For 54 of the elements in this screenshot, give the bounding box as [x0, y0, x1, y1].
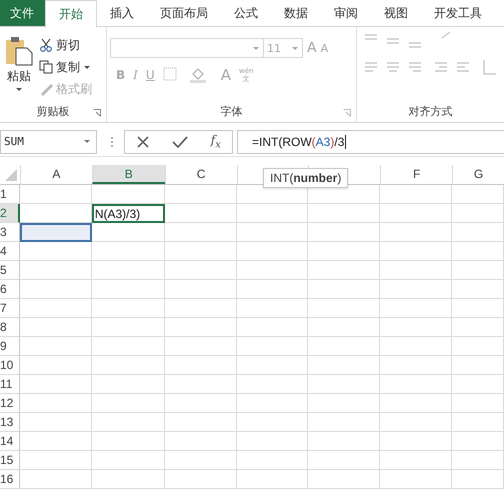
caret-icon: [252, 46, 260, 50]
row-header[interactable]: 15: [0, 451, 20, 470]
cut-button[interactable]: 剪切: [39, 35, 92, 55]
ribbon-tab[interactable]: 公式: [221, 0, 271, 26]
column-header[interactable]: C: [164, 165, 237, 184]
row-header[interactable]: 13: [0, 413, 20, 432]
column-header[interactable]: F: [380, 165, 452, 184]
row-header[interactable]: 10: [0, 356, 20, 375]
table-cell[interactable]: N(A3)/3): [92, 204, 165, 223]
row-header[interactable]: 5: [0, 261, 20, 280]
caret-icon: [291, 46, 299, 50]
brush-icon: [39, 82, 53, 96]
cancel-icon[interactable]: [136, 134, 150, 148]
column-header[interactable]: B: [92, 165, 165, 184]
column-header[interactable]: G: [452, 165, 504, 184]
grip-icon: [110, 134, 114, 148]
function-tooltip: INT(number): [263, 168, 348, 188]
row-header[interactable]: 12: [0, 394, 20, 413]
dialog-launcher-icon[interactable]: [93, 109, 101, 117]
row-header[interactable]: 9: [0, 337, 20, 356]
clipboard-icon: [5, 36, 33, 66]
row-header[interactable]: 6: [0, 280, 20, 299]
ribbon-tab[interactable]: 视图: [371, 0, 421, 26]
check-icon[interactable]: [172, 134, 188, 148]
ribbon-tab[interactable]: 页面布局: [147, 0, 221, 26]
group-label: 字体: [220, 104, 242, 118]
copy-button[interactable]: 复制: [39, 57, 92, 77]
row-header[interactable]: 16: [0, 470, 20, 489]
ribbon-tab[interactable]: 开始: [45, 0, 97, 28]
row-header[interactable]: 8: [0, 318, 20, 337]
paste-button[interactable]: 粘贴: [3, 30, 35, 100]
group-label: 剪贴板: [36, 104, 70, 118]
ribbon-tab[interactable]: 开发工具: [421, 0, 495, 26]
formula-field[interactable]: =INT(ROW(A3)/3: [237, 130, 504, 154]
caret-icon: [15, 87, 23, 92]
caret-icon: [83, 139, 91, 144]
row-header[interactable]: 4: [0, 242, 20, 261]
insert-function-button[interactable]: f$_{x}$: [210, 132, 221, 150]
font-name-field[interactable]: [110, 38, 264, 58]
ribbon-tab[interactable]: 审阅: [321, 0, 371, 26]
row-header[interactable]: 2: [0, 204, 20, 223]
row-header[interactable]: 14: [0, 432, 20, 451]
ribbon-tab[interactable]: 插入: [97, 0, 147, 26]
row-header[interactable]: 7: [0, 299, 20, 318]
name-box[interactable]: SUM: [0, 130, 97, 154]
group-label: 对齐方式: [408, 104, 452, 118]
ribbon-tab[interactable]: 文件: [0, 0, 45, 26]
row-header[interactable]: 11: [0, 375, 20, 394]
ribbon-tab[interactable]: 数据: [271, 0, 321, 26]
scissors-icon: [39, 38, 53, 52]
table-cell[interactable]: [20, 223, 92, 242]
caret-icon: [83, 64, 91, 70]
dialog-launcher-icon[interactable]: [343, 109, 351, 117]
copy-icon: [39, 60, 53, 74]
